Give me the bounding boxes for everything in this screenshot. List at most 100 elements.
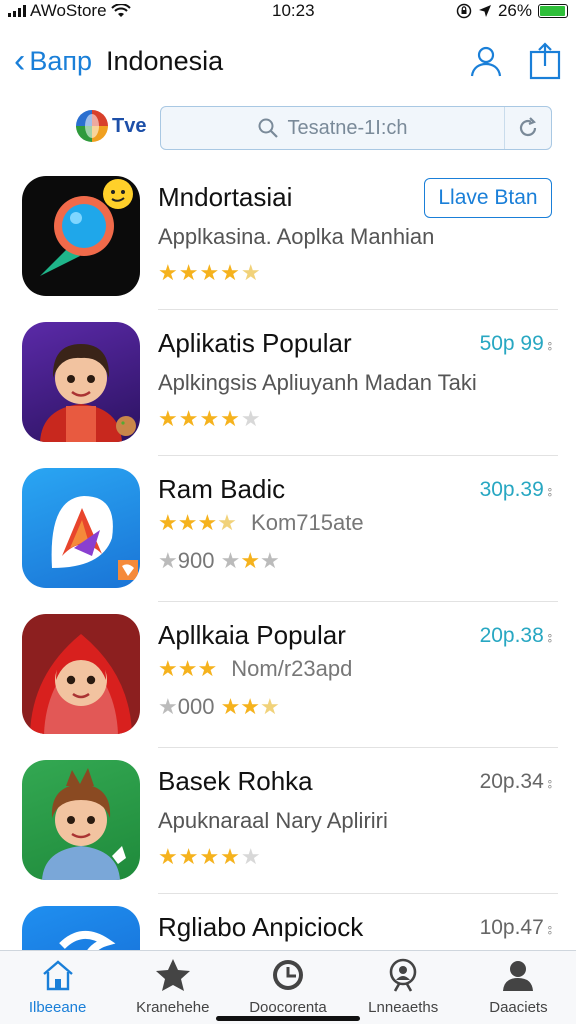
navigation-bar: ‹ Bапр Indonesia (0, 36, 576, 86)
half-star: ★ (260, 694, 280, 719)
clock-icon (270, 957, 306, 993)
refresh-icon (519, 117, 537, 137)
chevron-icon: ⦂ (547, 921, 552, 937)
tab-label: Doocorenta (249, 999, 327, 1016)
signal-icon (8, 5, 26, 17)
brand-logo: Tve (76, 110, 146, 142)
price-value: 20p.38 (479, 624, 544, 647)
tab-account[interactable]: Daaciets (461, 951, 576, 1024)
price-label[interactable]: 20p.34 ⦂ (480, 770, 552, 794)
girl-character-app-icon[interactable] (22, 322, 140, 442)
star-icon: ★ (240, 548, 261, 573)
app-name: Ram Badic (158, 474, 286, 504)
list-item[interactable]: Ram Badic 30p.39 ⦂ ★★★★ Kom715ate ★900 ★★… (0, 456, 576, 602)
review-count: 000 (177, 694, 215, 719)
status-right: 26% (456, 1, 568, 21)
star-rating: ★★★ (158, 656, 218, 681)
chevron-icon: ⦂ (547, 629, 552, 645)
tab-updates[interactable]: Doocorenta (230, 951, 345, 1024)
magnifier-app-icon[interactable] (22, 176, 140, 296)
home-icon (40, 957, 76, 993)
home-indicator[interactable] (216, 1016, 360, 1021)
list-item[interactable]: Basek Rohka 20p.34 ⦂ Apuknaraal Nary Apli… (0, 748, 576, 894)
app-name: Aplikatis Popular (158, 328, 352, 358)
status-left: AWoStore (8, 1, 131, 21)
price-value: 20p.34 (479, 770, 544, 793)
review-count: 900 (177, 548, 215, 573)
star-icon: ★ (158, 694, 178, 719)
share-icon[interactable] (528, 42, 562, 80)
clock-time: 10:23 (271, 1, 315, 20)
search-input[interactable]: Tesatne-1I:ch (161, 107, 505, 149)
app-name: Rgliabo Anpiciock (158, 912, 364, 942)
wifi-icon (110, 3, 131, 17)
app-subtitle: Apuknaraal Nary Apliriri (158, 808, 388, 833)
rating-row: ★★★★ Kom715ate (158, 510, 364, 536)
review-row: ★900 ★★★ (158, 548, 280, 574)
boy-character-app-icon[interactable] (22, 760, 140, 880)
app-name: Basek Rohka (158, 766, 313, 796)
search-icon (258, 118, 279, 138)
rating-row: ★★★ Nom/r23apd (158, 656, 352, 682)
play-logo-app-icon[interactable] (22, 468, 140, 588)
chevron-icon: ⦂ (547, 775, 552, 791)
tab-label: Kranehehe (136, 999, 210, 1016)
price-label[interactable]: 10p.47 ⦂ (480, 916, 552, 940)
tab-label: Lnneaeths (368, 999, 439, 1016)
list-item[interactable]: Apllkaia Popular 20p.38 ⦂ ★★★ Nom/r23apd … (0, 602, 576, 748)
carrier-label: AWoStore (30, 1, 107, 20)
get-button[interactable]: Llave Btan (424, 178, 552, 218)
tab-bar: Ilbeeane Kranehehe Doocorenta Lnneaeths … (0, 950, 576, 1024)
app-name: Mndortasiai (158, 182, 293, 212)
review-row: ★000 ★★★ (158, 694, 280, 720)
tab-search[interactable]: Lnneaeths (346, 951, 461, 1024)
person-icon (500, 957, 536, 993)
battery-percent: 26% (497, 1, 532, 20)
price-label[interactable]: 50p 99 ⦂ (480, 332, 552, 356)
tab-home[interactable]: Ilbeeane (0, 951, 115, 1024)
app-subtitle: Applkasina. Aoplka Manhian (158, 224, 435, 249)
hijab-character-app-icon[interactable] (22, 614, 140, 734)
rating-text: Nom/r23apd (231, 656, 353, 681)
chevron-icon: ⦂ (547, 337, 552, 353)
back-button[interactable]: Bапр (29, 46, 92, 77)
tab-featured[interactable]: Kranehehe (115, 951, 230, 1024)
price-value: 50p 99 (479, 332, 544, 355)
list-item[interactable]: Aplikatis Popular 50p 99 ⦂ Aplkingsis Apl… (0, 310, 576, 456)
star-icon (154, 957, 192, 993)
star-rating: ★★★★★ (158, 844, 262, 869)
search-field[interactable]: Tesatne-1I:ch (160, 106, 552, 150)
half-star: ★ (217, 510, 237, 535)
search-row: Tve Tesatne-1I:ch (0, 104, 576, 152)
back-chevron-icon[interactable]: ‹ (14, 44, 25, 78)
list-item[interactable]: Mndortasiai Llave Btan Applkasina. Aoplk… (0, 164, 576, 310)
rating-text: Kom715ate (251, 510, 364, 535)
star-icon: ★★ (220, 694, 261, 719)
search-person-icon (385, 957, 421, 993)
lock-rotation-icon (456, 3, 472, 19)
battery-icon (538, 4, 568, 18)
star-icon: ★ (220, 548, 241, 573)
price-label[interactable]: 30p.39 ⦂ (480, 478, 552, 502)
star-icon: ★ (158, 548, 178, 573)
star-rating: ★★★★★ (158, 260, 262, 285)
tab-label: Daaciets (489, 999, 548, 1016)
tab-label: Ilbeeane (28, 999, 87, 1016)
app-subtitle: Aplkingsis Apliuyanh Madan Taki (158, 370, 477, 395)
status-bar: AWoStore 10:23 26% (0, 0, 576, 22)
star-rating: ★★★ (158, 510, 218, 535)
brand-logo-icon (76, 110, 108, 142)
price-value: 10p.47 (479, 916, 544, 939)
chevron-icon: ⦂ (547, 483, 552, 499)
search-placeholder: Tesatne-1I:ch (287, 116, 408, 139)
price-label[interactable]: 20p.38 ⦂ (480, 624, 552, 648)
price-value: 30p.39 (479, 478, 544, 501)
star-icon: ★ (260, 548, 280, 573)
profile-icon[interactable] (468, 43, 504, 79)
app-name: Apllkaia Popular (158, 620, 346, 650)
battery-fill (540, 6, 565, 16)
brand-text: Tve (112, 114, 147, 137)
page-title: Indonesia (106, 45, 224, 76)
location-icon (478, 5, 491, 17)
refresh-button[interactable] (505, 107, 551, 149)
